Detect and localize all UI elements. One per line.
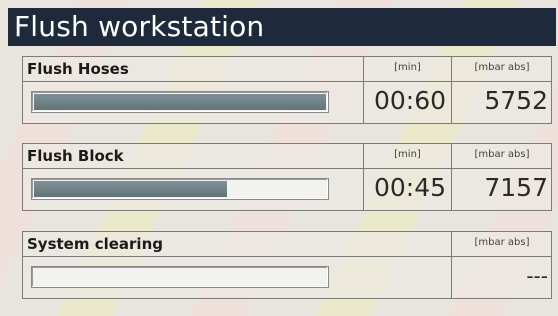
pressure-value: --- <box>526 264 548 288</box>
time-value: 00:45 <box>373 173 446 202</box>
time-unit-label: [min] <box>394 62 421 73</box>
page-title: Flush workstation <box>8 8 556 46</box>
pressure-unit-label: [mbar abs] <box>474 62 530 73</box>
section-title: Flush Hoses <box>27 60 129 78</box>
pressure-value: 7157 <box>484 173 548 202</box>
time-value: 00:60 <box>373 86 446 115</box>
flush-hoses-panel: Flush Hoses [min] [mbar abs] 00:60 5752 <box>22 56 552 124</box>
progress-fill <box>34 94 326 110</box>
pressure-value: 5752 <box>484 86 548 115</box>
section-title: System clearing <box>27 235 163 253</box>
flush-hoses-progress-bar <box>31 91 329 113</box>
flush-block-panel: Flush Block [min] [mbar abs] 00:45 7157 <box>22 143 552 211</box>
progress-fill <box>34 181 227 197</box>
time-unit-label: [min] <box>394 149 421 160</box>
pressure-unit-label: [mbar abs] <box>474 149 530 160</box>
system-clearing-progress-bar <box>31 266 329 288</box>
pressure-unit-label: [mbar abs] <box>474 237 530 248</box>
system-clearing-panel: System clearing [mbar abs] --- <box>22 231 552 299</box>
flush-block-progress-bar <box>31 178 329 200</box>
section-title: Flush Block <box>27 147 124 165</box>
